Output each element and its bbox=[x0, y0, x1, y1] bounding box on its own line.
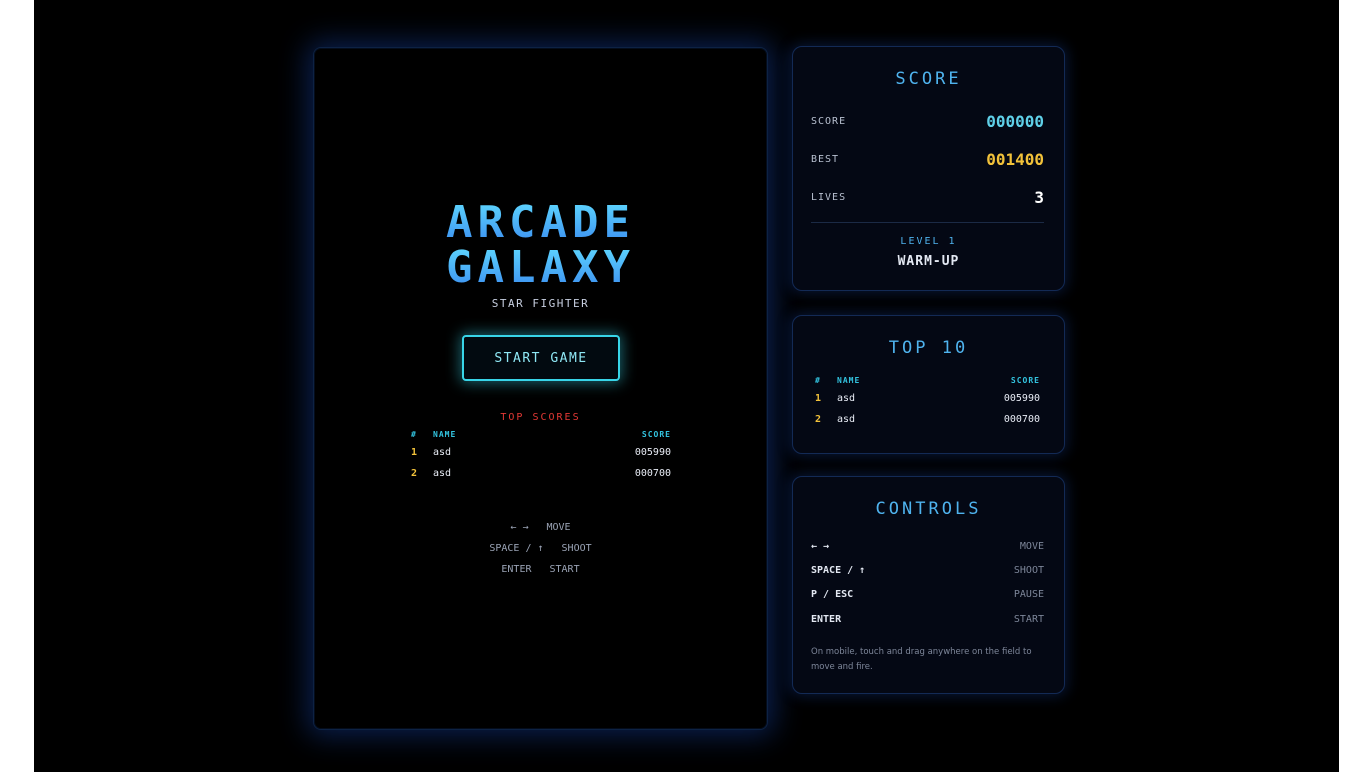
score-name: asd bbox=[433, 447, 452, 458]
control-action: START bbox=[1013, 614, 1044, 625]
table-header-row: # NAME SCORE bbox=[407, 430, 671, 447]
score-rank: 2 bbox=[815, 414, 822, 425]
score-value: 005990 bbox=[1003, 393, 1040, 404]
level-number: LEVEL 1 bbox=[900, 236, 957, 247]
mobile-controls-note: On mobile, touch and drag anywhere on th… bbox=[811, 647, 1032, 672]
stat-best: BEST 001400 bbox=[811, 150, 1044, 170]
field-controls-hint: ← → MOVE SPACE / ↑ SHOOT ENTER START bbox=[314, 522, 767, 585]
control-row: ← → MOVE bbox=[811, 541, 1044, 557]
score-name: asd bbox=[837, 414, 856, 425]
control-row: SPACE / ↑ SHOOT bbox=[811, 565, 1044, 581]
control-hint-row: ← → MOVE bbox=[314, 522, 767, 543]
score-panel-title: SCORE bbox=[895, 69, 962, 89]
control-key: ← → bbox=[811, 541, 830, 552]
header-rank: # bbox=[815, 376, 821, 385]
score-value: 000700 bbox=[634, 468, 671, 479]
header-rank: # bbox=[411, 430, 417, 439]
stat-label: SCORE bbox=[811, 116, 847, 127]
game-stage: ARCADE GALAXY STAR FIGHTER START GAME TO… bbox=[34, 0, 1339, 772]
score-value: 005990 bbox=[634, 447, 671, 458]
control-row: P / ESC PAUSE bbox=[811, 589, 1044, 605]
stat-label: BEST bbox=[811, 154, 840, 165]
control-key: SPACE / ↑ bbox=[489, 543, 544, 554]
score-name: asd bbox=[837, 393, 856, 404]
controls-panel: CONTROLS ← → MOVE SPACE / ↑ SHOOT P / ES… bbox=[792, 476, 1065, 694]
control-row: ENTER START bbox=[811, 614, 1044, 630]
stat-score: SCORE 000000 bbox=[811, 112, 1044, 132]
table-header-row: # NAME SCORE bbox=[815, 376, 1042, 393]
game-subtitle: STAR FIGHTER bbox=[491, 297, 590, 310]
header-name: NAME bbox=[433, 430, 457, 439]
game-title-line2: GALAXY bbox=[314, 245, 767, 291]
control-action: SHOOT bbox=[1013, 565, 1044, 576]
control-key: ← → bbox=[510, 522, 529, 533]
top-ten-panel: TOP 10 # NAME SCORE 1 asd 005990 2 asd 0… bbox=[792, 315, 1065, 454]
control-action: PAUSE bbox=[1013, 589, 1044, 600]
table-row: 1 asd 005990 bbox=[815, 393, 1042, 414]
table-row: 2 asd 000700 bbox=[407, 468, 671, 489]
header-score: SCORE bbox=[1010, 376, 1040, 385]
controls-title: CONTROLS bbox=[875, 499, 982, 519]
score-rank: 1 bbox=[411, 447, 418, 458]
score-panel: SCORE SCORE 000000 BEST 001400 LIVES 3 L… bbox=[792, 46, 1065, 291]
stat-label: LIVES bbox=[811, 192, 847, 203]
score-name: asd bbox=[433, 468, 452, 479]
lives-value: 3 bbox=[1034, 188, 1044, 207]
control-hint-row: SPACE / ↑ SHOOT bbox=[314, 543, 767, 564]
control-key: ENTER bbox=[501, 564, 532, 575]
divider bbox=[811, 222, 1044, 223]
table-row: 1 asd 005990 bbox=[407, 447, 671, 468]
score-rank: 1 bbox=[815, 393, 822, 404]
control-action: SHOOT bbox=[561, 543, 592, 554]
top-ten-table: # NAME SCORE 1 asd 005990 2 asd 000700 bbox=[815, 376, 1042, 435]
table-row: 2 asd 000700 bbox=[815, 414, 1042, 435]
header-score: SCORE bbox=[641, 430, 671, 439]
control-hint-row: ENTER START bbox=[314, 564, 767, 585]
control-action: START bbox=[549, 564, 580, 575]
score-value: 000700 bbox=[1003, 414, 1040, 425]
control-action: MOVE bbox=[1019, 541, 1044, 552]
game-field[interactable]: ARCADE GALAXY STAR FIGHTER START GAME TO… bbox=[313, 47, 768, 730]
top-ten-title: TOP 10 bbox=[888, 338, 969, 358]
header-name: NAME bbox=[837, 376, 861, 385]
control-key: SPACE / ↑ bbox=[811, 565, 866, 576]
control-key: P / ESC bbox=[811, 589, 854, 600]
current-score-value: 000000 bbox=[986, 112, 1044, 131]
top-scores-heading: TOP SCORES bbox=[500, 412, 581, 423]
score-rank: 2 bbox=[411, 468, 418, 479]
game-title-line1: ARCADE bbox=[314, 200, 767, 246]
best-score-value: 001400 bbox=[986, 150, 1044, 169]
stat-lives: LIVES 3 bbox=[811, 188, 1044, 208]
start-game-button[interactable]: START GAME bbox=[462, 335, 620, 381]
level-name: WARM-UP bbox=[897, 254, 960, 269]
control-key: ENTER bbox=[811, 614, 842, 625]
field-scores-table: # NAME SCORE 1 asd 005990 2 asd 000700 bbox=[407, 430, 671, 489]
control-action: MOVE bbox=[546, 522, 571, 533]
